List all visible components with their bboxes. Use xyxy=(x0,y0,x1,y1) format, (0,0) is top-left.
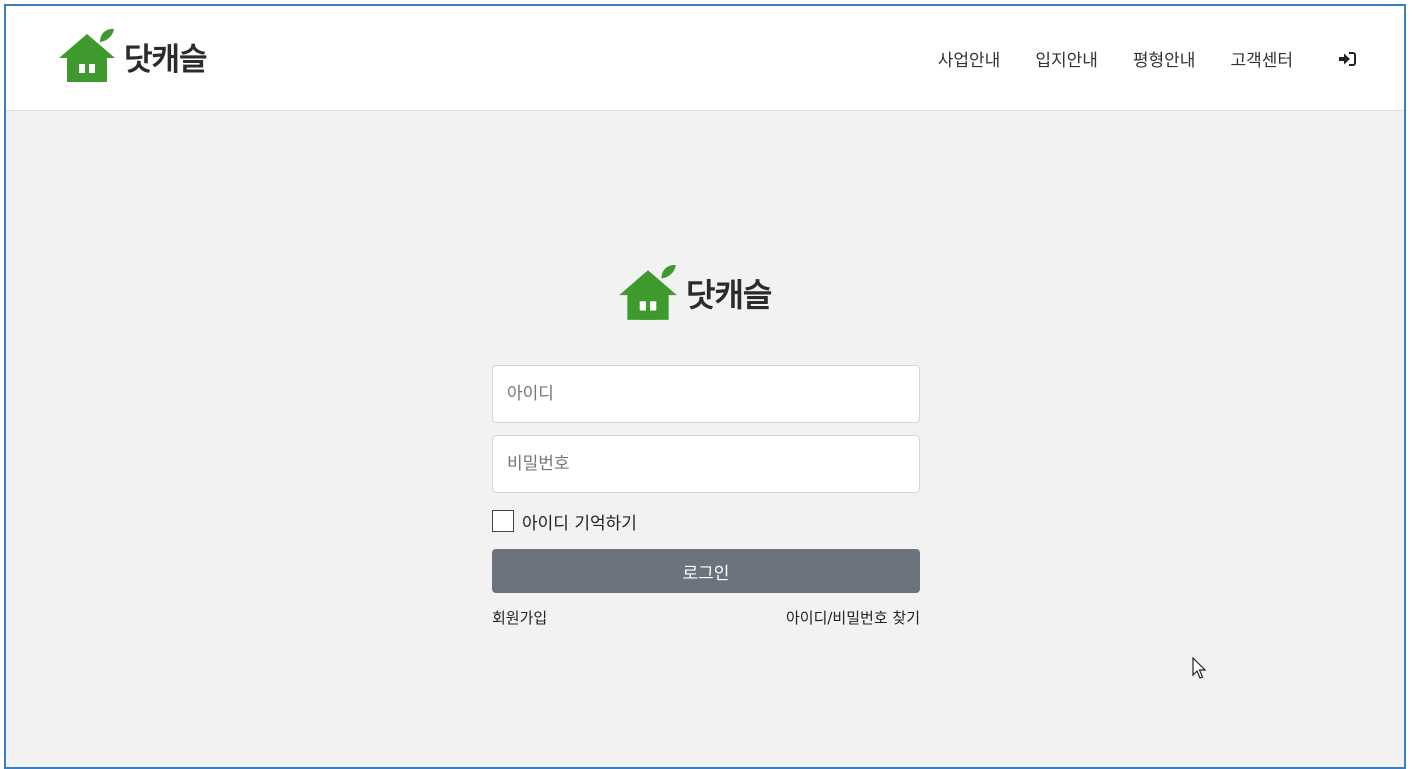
remember-id-label[interactable]: 아이디 기억하기 xyxy=(522,509,637,534)
nav-item-location[interactable]: 입지안내 xyxy=(1035,46,1098,71)
form-links: 회원가입 아이디/비밀번호 찾기 xyxy=(492,607,920,628)
sign-in-icon xyxy=(1339,51,1356,66)
brand-name: 닷캐슬 xyxy=(686,276,772,314)
nav-item-business[interactable]: 사업안내 xyxy=(938,46,1001,71)
site-logo[interactable]: 닷캐슬 xyxy=(56,28,208,84)
login-button[interactable]: 로그인 xyxy=(492,549,920,593)
login-logo: 닷캐슬 xyxy=(616,264,772,322)
signup-link[interactable]: 회원가입 xyxy=(492,607,547,628)
browser-frame: 닷캐슬 사업안내 입지안내 평형안내 고객센터 닷캐슬 아이디 아이디 기억하기… xyxy=(4,4,1406,769)
site-header: 닷캐슬 사업안내 입지안내 평형안내 고객센터 xyxy=(6,6,1404,111)
nav-item-support[interactable]: 고객센터 xyxy=(1230,46,1293,71)
remember-id-checkbox[interactable] xyxy=(492,510,514,532)
login-form: 아이디 기억하기 로그인 회원가입 아이디/비밀번호 찾기 xyxy=(492,365,920,628)
find-account-link[interactable]: 아이디/비밀번호 찾기 xyxy=(786,607,920,628)
nav-item-floorplan[interactable]: 평형안내 xyxy=(1133,46,1196,71)
login-nav-button[interactable] xyxy=(1338,51,1356,67)
id-input[interactable] xyxy=(492,365,920,423)
password-input[interactable] xyxy=(492,435,920,493)
brand-name: 닷캐슬 xyxy=(124,41,208,78)
house-logo-icon xyxy=(59,28,115,82)
remember-id-row: 아이디 기억하기 xyxy=(492,509,920,534)
mouse-cursor-icon xyxy=(1192,657,1207,679)
house-logo-icon xyxy=(619,264,677,320)
main-nav: 사업안내 입지안내 평형안내 고객센터 xyxy=(903,46,1356,71)
